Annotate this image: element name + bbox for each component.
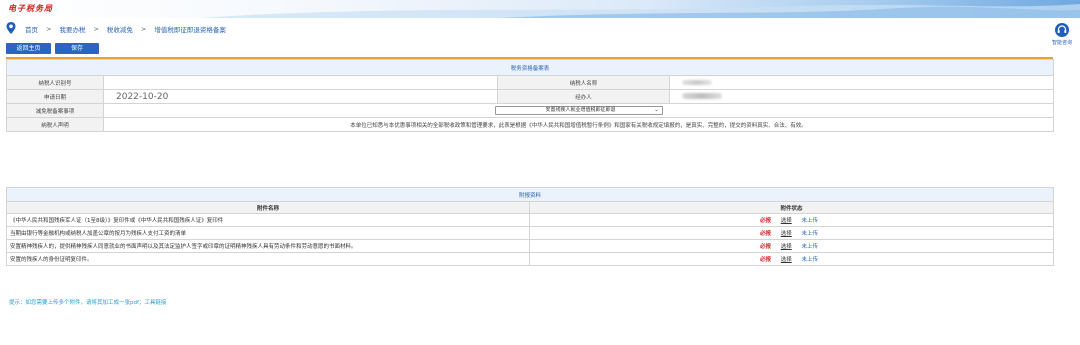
- reduction-item-selected: 安置残疾人就业增值税即征即退: [545, 107, 616, 113]
- attachment-name: 安置精神残疾人的，提供精神残疾人同意就业的书面声明以及其法定监护人签字或印章的证…: [6, 239, 530, 253]
- select-file-link[interactable]: 选择: [781, 231, 792, 237]
- upload-state: 未上传: [801, 244, 819, 250]
- apply-date-cell: 2022-10-20: [103, 89, 498, 104]
- smart-consult-widget[interactable]: 智能咨询: [1049, 23, 1075, 53]
- redacted-name: [682, 79, 712, 85]
- breadcrumb-tax-services[interactable]: 我要办税: [59, 24, 85, 34]
- save-button[interactable]: 保存: [55, 43, 99, 54]
- banner-wave-graphic: [200, 4, 1080, 18]
- declaration-text: 本单位已知悉与本优惠事项相关的全部税收政策和管理要求，此表是根据《中华人民共和国…: [102, 117, 1055, 132]
- upload-state: 未上传: [801, 218, 819, 224]
- breadcrumb: 首页 > 我要办税 > 税收减免 > 增值税即征即退资格备案: [0, 20, 1040, 36]
- qualification-form-table: 税务资格备案表 纳税人识别号 纳税人名称 申请日期 2022-10-20 经办人…: [5, 59, 1055, 132]
- form-title: 税务资格备案表: [5, 59, 1055, 76]
- top-banner: 电子税务局: [0, 0, 1080, 18]
- reduction-item-label: 减免税备案事项: [6, 103, 104, 118]
- apply-date-label: 申请日期: [6, 89, 104, 104]
- upload-state: 未上传: [801, 231, 819, 237]
- select-file-link[interactable]: 选择: [781, 218, 792, 224]
- required-badge: 必报: [760, 231, 772, 237]
- location-pin-icon: [6, 22, 16, 34]
- attachment-name: 当期由银行等金融机构或纳税人加盖公章的按月为残疾人支付工资的清单: [6, 226, 530, 240]
- table-row: 安置精神残疾人的，提供精神残疾人同意就业的书面声明以及其法定监护人签字或印章的证…: [6, 239, 1055, 253]
- breadcrumb-separator: >: [46, 25, 52, 33]
- toolbar: 返回主页 保存: [6, 43, 99, 54]
- site-logo[interactable]: 电子税务局: [8, 3, 53, 14]
- upload-state: 未上传: [801, 257, 819, 263]
- select-file-link[interactable]: 选择: [781, 244, 792, 250]
- required-badge: 必报: [760, 218, 772, 224]
- attachments-table: 附报资料 附件名称 附件状态 《中华人民共和国残疾军人证（1至8级）》复印件或《…: [5, 187, 1055, 266]
- smart-consult-label: 智能咨询: [1051, 40, 1072, 46]
- required-badge: 必报: [760, 244, 772, 250]
- taxpayer-name-value: [668, 75, 1055, 90]
- taxpayer-id-value: [103, 75, 498, 90]
- handler-label: 经办人: [497, 89, 670, 104]
- apply-date-value: 2022-10-20: [116, 91, 169, 102]
- upload-tip: 提示：如您需要上传多个附件，请将其加工成一张pdf；工具链接: [9, 300, 167, 306]
- breadcrumb-home[interactable]: 首页: [25, 24, 38, 34]
- taxpayer-name-label: 纳税人名称: [497, 75, 670, 90]
- col-attachment-name: 附件名称: [6, 201, 530, 214]
- reduction-item-select[interactable]: 安置残疾人就业增值税即征即退 ⌄: [494, 106, 663, 115]
- chevron-down-icon: ⌄: [654, 107, 659, 113]
- breadcrumb-separator: >: [140, 25, 147, 33]
- select-file-link[interactable]: 选择: [781, 257, 792, 263]
- col-attachment-status: 附件状态: [528, 201, 1055, 214]
- reduction-item-cell: 安置残疾人就业增值税即征即退 ⌄: [102, 103, 1055, 118]
- required-badge: 必报: [760, 257, 772, 263]
- attachments-title: 附报资料: [5, 187, 1055, 202]
- attachment-status: 必报 选择 未上传: [528, 252, 1055, 266]
- headset-icon: [1055, 23, 1069, 37]
- attachment-status: 必报 选择 未上传: [528, 239, 1055, 253]
- taxpayer-id-label: 纳税人识别号: [6, 75, 104, 90]
- redacted-handler: [682, 93, 722, 100]
- attachment-status: 必报 选择 未上传: [528, 213, 1055, 227]
- breadcrumb-separator: >: [93, 25, 99, 33]
- table-row: 《中华人民共和国残疾军人证（1至8级）》复印件或《中华人民共和国残疾人证》复印件…: [6, 213, 1055, 227]
- table-row: 安置的残疾人的身份证明复印件。 必报 选择 未上传: [6, 252, 1055, 266]
- back-home-button[interactable]: 返回主页: [6, 43, 51, 54]
- breadcrumb-tax-reduction[interactable]: 税收减免: [107, 24, 133, 34]
- table-row: 当期由银行等金融机构或纳税人加盖公章的按月为残疾人支付工资的清单 必报 选择 未…: [6, 226, 1055, 240]
- attachment-name: 安置的残疾人的身份证明复印件。: [6, 252, 530, 266]
- declaration-label: 纳税人声明: [6, 117, 104, 132]
- breadcrumb-current: 增值税即征即退资格备案: [154, 26, 226, 34]
- attachment-name: 《中华人民共和国残疾军人证（1至8级）》复印件或《中华人民共和国残疾人证》复印件: [6, 213, 530, 227]
- handler-value: [668, 89, 1055, 104]
- attachment-status: 必报 选择 未上传: [528, 226, 1055, 240]
